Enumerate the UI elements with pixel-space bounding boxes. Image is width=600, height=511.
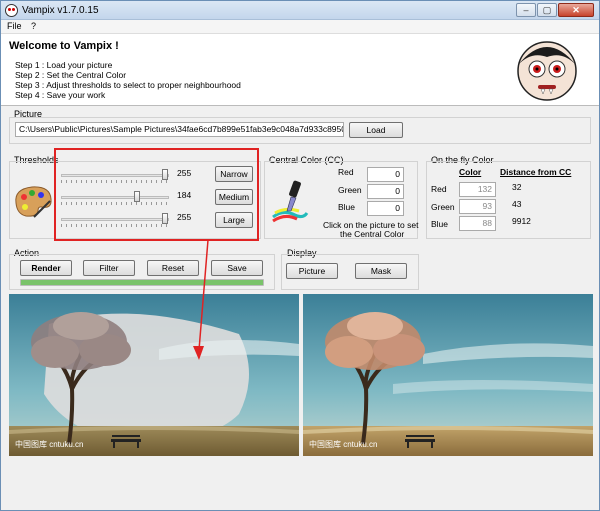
title-bar[interactable]: Vampix v1.7.0.15 – ▢ ✕ (1, 1, 599, 20)
watermark-left: 中国图库 cntuku.cn (15, 440, 84, 449)
otf-blue-field: 88 (459, 216, 496, 231)
cc-red-field[interactable]: 0 (367, 167, 404, 182)
otf-red-field: 132 (459, 182, 496, 197)
otf-green-distance: 43 (512, 199, 522, 209)
reset-button[interactable]: Reset (147, 260, 199, 276)
otf-blue-distance: 9912 (512, 216, 531, 226)
original-tree-image (303, 294, 593, 456)
otf-green-field: 93 (459, 199, 496, 214)
close-button[interactable]: ✕ (558, 3, 594, 17)
highlight-box (54, 148, 259, 241)
load-button[interactable]: Load (349, 122, 403, 138)
save-button[interactable]: Save (211, 260, 263, 276)
distance-column-header: Distance from CC (500, 167, 572, 177)
picture-path-field[interactable]: C:\Users\Public\Pictures\Sample Pictures… (15, 122, 344, 137)
step-2: Step 2 : Set the Central Color (15, 70, 127, 80)
original-picture-panel[interactable]: 中国图库 cntuku.cn (303, 294, 593, 456)
cc-green-field[interactable]: 0 (367, 184, 404, 199)
menu-help[interactable]: ? (31, 21, 36, 31)
processed-picture-panel[interactable]: 中国图库 cntuku.cn (9, 294, 299, 456)
otf-red-label: Red (431, 184, 447, 194)
maximize-button[interactable]: ▢ (537, 3, 557, 17)
mask-view-button[interactable]: Mask (355, 263, 407, 279)
render-button[interactable]: Render (20, 260, 72, 276)
welcome-title: Welcome to Vampix ! (9, 40, 119, 52)
cc-green-label: Green (338, 185, 362, 195)
otf-blue-label: Blue (431, 219, 449, 229)
cc-blue-field[interactable]: 0 (367, 201, 404, 216)
render-progress-bar (20, 279, 264, 286)
vampire-mascot-icon (517, 41, 577, 101)
progress-fill (21, 280, 263, 285)
color-picker-icon (272, 180, 309, 223)
menu-file[interactable]: File (7, 21, 22, 31)
otf-green-label: Green (431, 202, 455, 212)
cc-red-label: Red (338, 167, 354, 177)
bottom-empty-area (1, 456, 599, 510)
step-4: Step 4 : Save your work (15, 90, 106, 100)
cc-blue-label: Blue (338, 202, 356, 212)
app-window: Vampix v1.7.0.15 – ▢ ✕ File ? Welcome to… (0, 0, 600, 511)
processed-tree-image (9, 294, 299, 456)
menu-bar: File ? (1, 20, 599, 34)
filter-button[interactable]: Filter (83, 260, 135, 276)
window-title: Vampix v1.7.0.15 (22, 5, 99, 16)
minimize-button[interactable]: – (516, 3, 536, 17)
cc-hint-line-2: the Central Color (340, 229, 405, 239)
vampire-app-icon (5, 4, 18, 17)
palette-icon (15, 186, 52, 218)
picture-view-button[interactable]: Picture (286, 263, 338, 279)
otf-red-distance: 32 (512, 182, 522, 192)
watermark-right: 中国图库 cntuku.cn (309, 440, 378, 449)
step-3: Step 3 : Adjust thresholds to select to … (15, 80, 241, 90)
color-column-header: Color (459, 167, 482, 177)
welcome-panel: Welcome to Vampix ! Step 1 : Load your p… (1, 34, 599, 106)
step-1: Step 1 : Load your picture (15, 60, 113, 70)
